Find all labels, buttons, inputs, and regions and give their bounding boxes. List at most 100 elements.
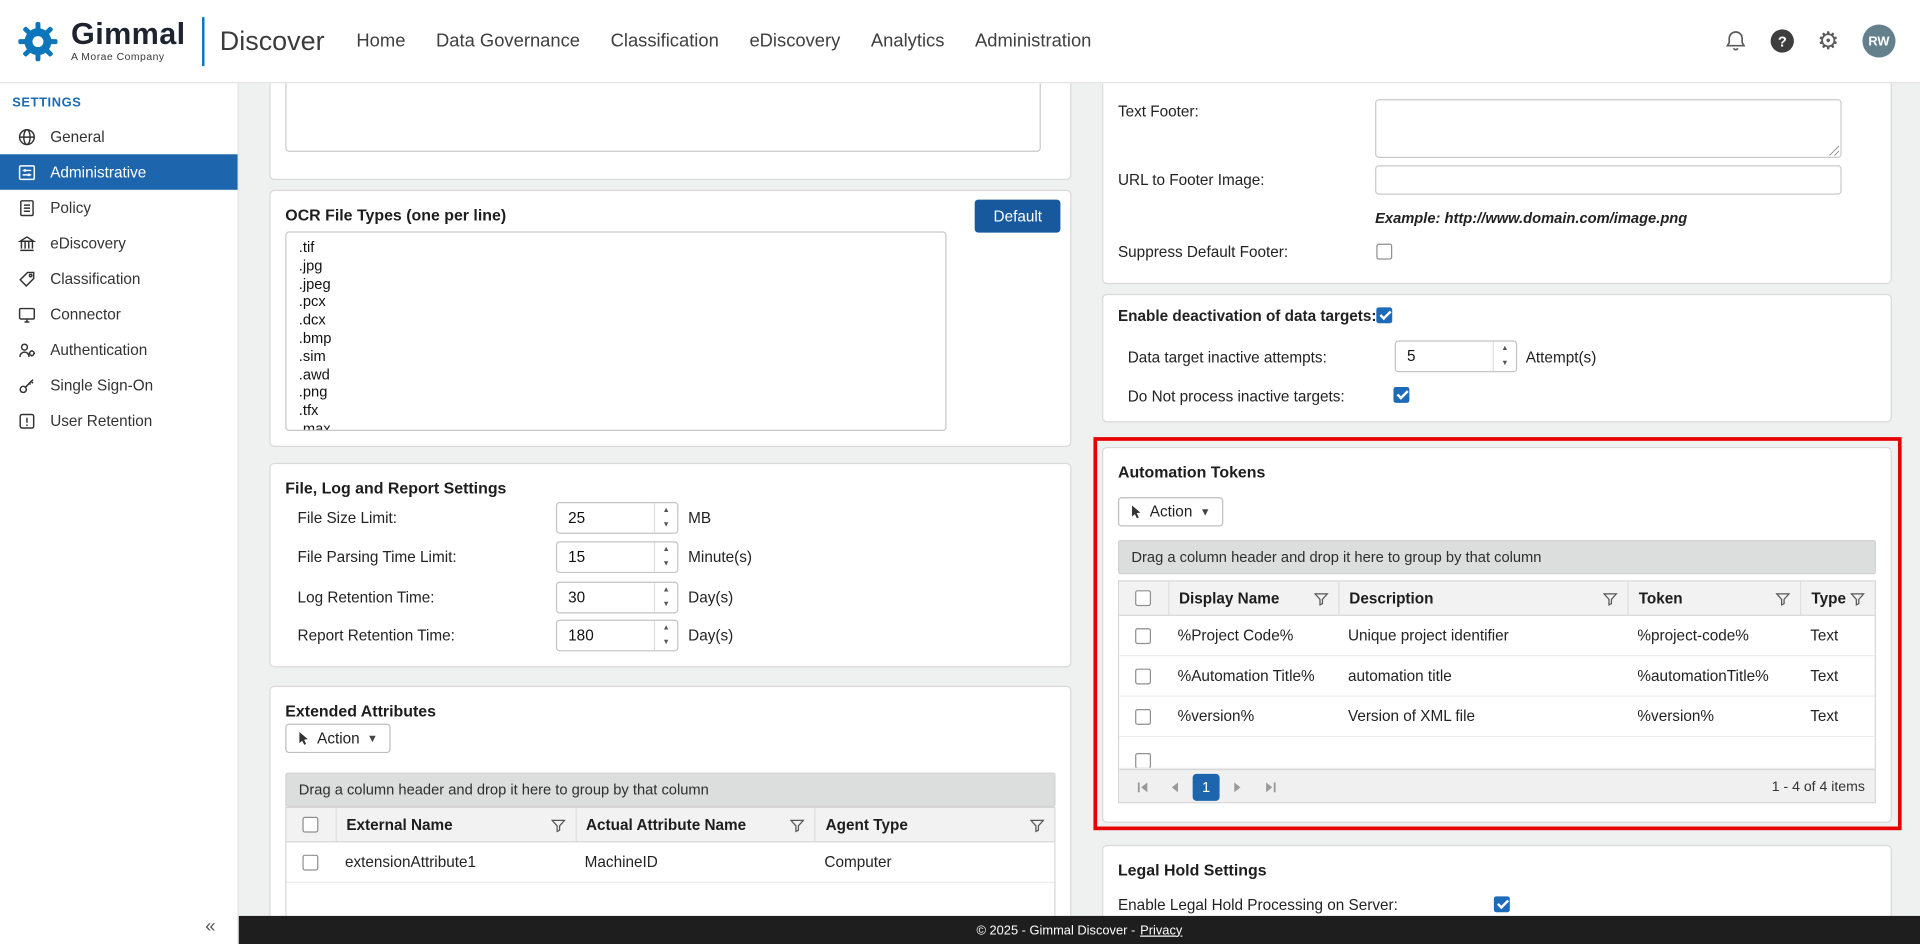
numeric-value[interactable] — [1396, 342, 1493, 371]
url-footer-image-label: URL to Footer Image: — [1118, 171, 1265, 188]
privacy-link[interactable]: Privacy — [1140, 923, 1182, 938]
nav-administration[interactable]: Administration — [975, 31, 1091, 52]
header-cell-actual-attribute-name[interactable]: Actual Attribute Name — [575, 808, 815, 841]
sidebar-item-classification[interactable]: Classification — [0, 261, 238, 297]
ocr-file-types-textarea[interactable]: .tif .jpg .jpeg .pcx .dcx .bmp .sim .awd… — [285, 231, 946, 431]
table-row[interactable]: %version% Version of XML file %version% … — [1119, 697, 1875, 737]
nav-home[interactable]: Home — [356, 31, 405, 52]
file-size-limit-input[interactable]: ▲▼ — [556, 502, 678, 534]
suppress-default-footer-checkbox[interactable] — [1376, 244, 1392, 260]
url-footer-image-input[interactable] — [1375, 165, 1842, 194]
select-all-checkbox[interactable] — [303, 817, 319, 833]
row-checkbox[interactable] — [1136, 668, 1152, 684]
clipped-top-panel — [269, 83, 1071, 180]
nav-analytics[interactable]: Analytics — [871, 31, 945, 52]
spinner-down-icon[interactable]: ▼ — [1494, 356, 1516, 371]
pager-first-icon[interactable] — [1129, 774, 1156, 801]
nav-ediscovery[interactable]: eDiscovery — [749, 31, 840, 52]
numeric-value[interactable] — [557, 542, 654, 571]
spinner[interactable]: ▲▼ — [654, 583, 677, 612]
enable-legal-hold-checkbox[interactable] — [1494, 896, 1510, 912]
default-button[interactable]: Default — [975, 200, 1060, 233]
grid-header-row: External Name Actual Attribute Name Agen… — [287, 808, 1055, 842]
numeric-value[interactable] — [557, 583, 654, 612]
spinner-up-icon[interactable]: ▲ — [655, 503, 677, 518]
table-row[interactable]: extensionAttribute1 MachineID Computer — [287, 842, 1055, 882]
extended-attributes-panel: Extended Attributes Action ▼ Drag a colu… — [269, 686, 1071, 916]
numeric-value[interactable] — [557, 503, 654, 532]
sidebar-item-single-sign-on[interactable]: Single Sign-On — [0, 367, 238, 403]
spinner-down-icon[interactable]: ▼ — [655, 598, 677, 613]
table-row[interactable]: %Automation Title% automation title %aut… — [1119, 656, 1875, 696]
enable-deactivation-checkbox[interactable] — [1376, 307, 1392, 323]
spinner-down-icon[interactable]: ▼ — [655, 557, 677, 572]
group-drop-zone[interactable]: Drag a column header and drop it here to… — [1118, 540, 1876, 574]
spinner[interactable]: ▲▼ — [654, 542, 677, 571]
row-select-cell — [1119, 708, 1168, 724]
spinner-down-icon[interactable]: ▼ — [655, 518, 677, 533]
row-checkbox[interactable] — [1136, 708, 1152, 724]
filter-funnel-icon[interactable] — [1776, 591, 1791, 606]
sidebar-collapse-button[interactable]: « — [205, 916, 215, 937]
table-row[interactable]: %Project Code% Unique project identifier… — [1119, 616, 1875, 656]
filter-funnel-icon[interactable] — [790, 817, 805, 832]
clipped-panel-textarea[interactable] — [285, 83, 1041, 152]
notifications-bell-icon[interactable] — [1724, 29, 1747, 52]
row-checkbox[interactable] — [303, 854, 319, 870]
nav-data-governance[interactable]: Data Governance — [436, 31, 580, 52]
pager-last-icon[interactable] — [1256, 774, 1283, 801]
sidebar-item-policy[interactable]: Policy — [0, 190, 238, 226]
table-row-partial[interactable] — [1119, 737, 1875, 769]
nav-classification[interactable]: Classification — [611, 31, 719, 52]
log-retention-input[interactable]: ▲▼ — [556, 582, 678, 614]
monitor-icon — [17, 304, 37, 324]
sidebar-item-ediscovery[interactable]: eDiscovery — [0, 225, 238, 261]
spinner-up-icon[interactable]: ▲ — [1494, 342, 1516, 357]
row-checkbox[interactable] — [1136, 628, 1152, 644]
filter-funnel-icon[interactable] — [1030, 817, 1045, 832]
spinner[interactable]: ▲▼ — [1493, 342, 1516, 371]
settings-gear-icon[interactable]: ⚙ — [1817, 29, 1839, 53]
filter-funnel-icon[interactable] — [1314, 591, 1329, 606]
cell-display-name: %Automation Title% — [1168, 667, 1338, 684]
gimmal-logo[interactable]: Gimmal A Morae Company Discover — [15, 17, 325, 66]
spinner-up-icon[interactable]: ▲ — [655, 621, 677, 636]
inactive-attempts-input[interactable]: ▲▼ — [1395, 340, 1517, 372]
pager-next-icon[interactable] — [1224, 774, 1251, 801]
sidebar-item-authentication[interactable]: Authentication — [0, 332, 238, 368]
pager-page-1[interactable]: 1 — [1193, 774, 1220, 801]
spinner[interactable]: ▲▼ — [654, 621, 677, 650]
automation-tokens-action-button[interactable]: Action ▼ — [1118, 497, 1223, 526]
spinner-down-icon[interactable]: ▼ — [655, 636, 677, 651]
do-not-process-checkbox[interactable] — [1393, 387, 1409, 403]
sidebar-item-user-retention[interactable]: User Retention — [0, 403, 238, 439]
header-cell-description[interactable]: Description — [1338, 582, 1627, 615]
sidebar-item-connector[interactable]: Connector — [0, 296, 238, 332]
header-cell-display-name[interactable]: Display Name — [1168, 582, 1338, 615]
report-retention-input[interactable]: ▲▼ — [556, 620, 678, 652]
select-all-checkbox[interactable] — [1136, 590, 1152, 606]
help-icon[interactable]: ? — [1771, 29, 1794, 52]
filter-funnel-icon[interactable] — [1850, 591, 1865, 606]
group-drop-zone[interactable]: Drag a column header and drop it here to… — [285, 773, 1055, 807]
spinner[interactable]: ▲▼ — [654, 503, 677, 532]
user-avatar[interactable]: RW — [1862, 24, 1895, 57]
filter-funnel-icon[interactable] — [550, 817, 565, 832]
header-cell-external-name[interactable]: External Name — [335, 808, 575, 841]
resize-handle[interactable] — [1827, 143, 1839, 155]
filter-funnel-icon[interactable] — [1603, 591, 1618, 606]
text-footer-textarea[interactable] — [1375, 99, 1842, 158]
sidebar-item-general[interactable]: General — [0, 119, 238, 155]
header-cell-agent-type[interactable]: Agent Type — [815, 808, 1055, 841]
spinner-up-icon[interactable]: ▲ — [655, 542, 677, 557]
spinner-up-icon[interactable]: ▲ — [655, 583, 677, 598]
sidebar-item-administrative[interactable]: Administrative — [0, 154, 238, 190]
panel-title: Legal Hold Settings — [1103, 846, 1890, 879]
extended-attributes-action-button[interactable]: Action ▼ — [285, 724, 390, 753]
file-parsing-limit-input[interactable]: ▲▼ — [556, 541, 678, 573]
numeric-value[interactable] — [557, 621, 654, 650]
header-cell-type[interactable]: Type — [1800, 582, 1874, 615]
row-checkbox[interactable] — [1136, 753, 1152, 769]
pager-prev-icon[interactable] — [1161, 774, 1188, 801]
header-cell-token[interactable]: Token — [1628, 582, 1801, 615]
